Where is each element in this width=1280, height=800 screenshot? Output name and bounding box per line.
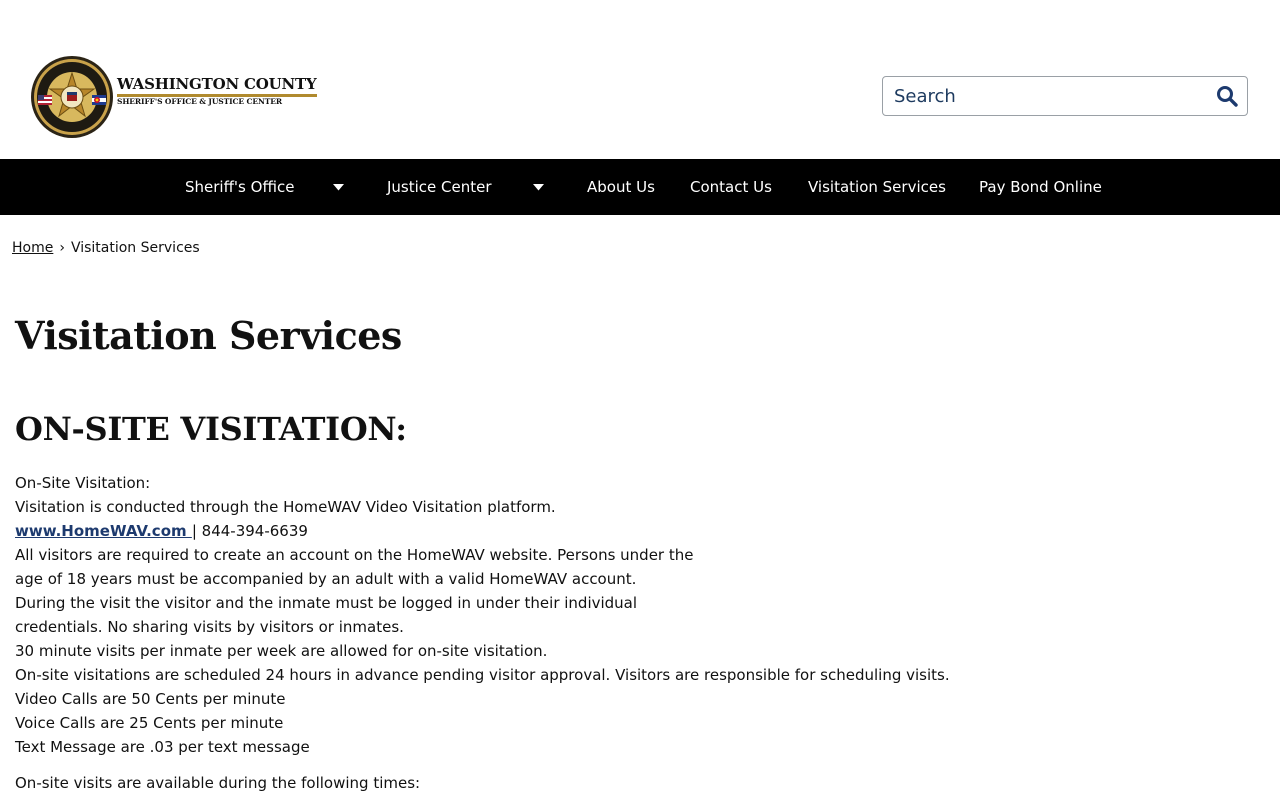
nav-item-sheriffs-office[interactable]: Sheriff's Office [185, 159, 294, 215]
breadcrumb-home-link[interactable]: Home [12, 240, 53, 256]
site-header: WASHINGTON COUNTY SHERIFF'S OFFICE & JUS… [0, 0, 1280, 159]
logo-title: WASHINGTON COUNTY [117, 75, 317, 97]
caret-down-icon [533, 183, 544, 190]
nav-sheriffs-office-dropdown-toggle[interactable] [333, 159, 344, 215]
content-line: age of 18 years must be accompanied by a… [15, 570, 637, 588]
sheriff-seal-icon [31, 56, 113, 138]
content-line: On-site visitations are scheduled 24 hou… [15, 666, 950, 684]
nav-item-contact-us[interactable]: Contact Us [690, 159, 772, 215]
logo-wordmark: WASHINGTON COUNTY SHERIFF'S OFFICE & JUS… [117, 75, 317, 107]
breadcrumb: Home › Visitation Services [12, 240, 200, 256]
nav-item-about-us[interactable]: About Us [587, 159, 655, 215]
content-line: Video Calls are 50 Cents per minute [15, 690, 286, 708]
homewav-link[interactable]: www.HomeWAV.com [15, 522, 192, 540]
homewav-phone: | 844-394-6639 [191, 522, 308, 540]
content-line: On-Site Visitation: [15, 474, 151, 492]
search-box [882, 76, 1248, 116]
breadcrumb-current: Visitation Services [70, 240, 200, 256]
nav-item-justice-center[interactable]: Justice Center [387, 159, 492, 215]
nav-item-pay-bond-online[interactable]: Pay Bond Online [979, 159, 1102, 215]
nav-justice-center-dropdown-toggle[interactable] [533, 159, 544, 215]
visit-times-intro: On-site visits are available during the … [15, 774, 421, 792]
content-line: credentials. No sharing visits by visito… [15, 618, 404, 636]
logo-subtitle: SHERIFF'S OFFICE & JUSTICE CENTER [117, 96, 282, 106]
content-line: 30 minute visits per inmate per week are… [15, 642, 548, 660]
content-line: Voice Calls are 25 Cents per minute [15, 714, 284, 732]
section-title: ON-SITE VISITATION: [15, 410, 407, 448]
main-navigation: Sheriff's Office Justice Center About Us… [0, 159, 1280, 215]
page-content: On-Site Visitation: Visitation is conduc… [15, 471, 1115, 795]
content-line: During the visit the visitor and the inm… [15, 594, 638, 612]
content-line: Visitation is conducted through the Home… [15, 498, 556, 516]
nav-item-visitation-services[interactable]: Visitation Services [808, 159, 946, 215]
content-line: Text Message are .03 per text message [15, 738, 310, 756]
page-title: Visitation Services [15, 313, 402, 358]
caret-down-icon [333, 183, 344, 190]
search-input[interactable] [883, 84, 1196, 108]
search-icon [1217, 86, 1238, 107]
homewav-contact-line: www.HomeWAV.com | 844-394-6639 [15, 519, 1115, 543]
site-logo[interactable]: WASHINGTON COUNTY SHERIFF'S OFFICE & JUS… [30, 55, 317, 139]
breadcrumb-separator: › [59, 240, 65, 256]
content-line: All visitors are required to create an a… [15, 546, 694, 564]
search-button[interactable] [1207, 76, 1247, 116]
